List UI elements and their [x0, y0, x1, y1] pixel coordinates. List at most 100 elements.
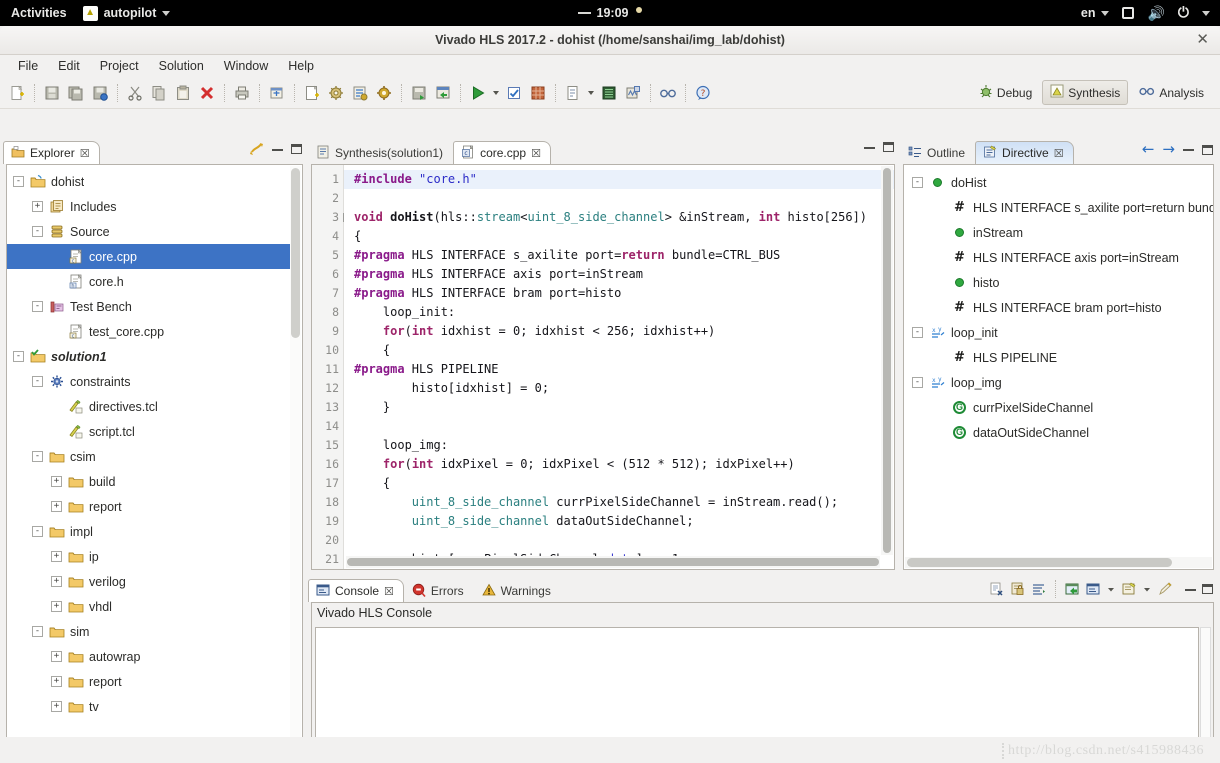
directive-tree[interactable]: - doHist # HLS INTERFACE s_axilite port=ret… — [904, 165, 1213, 557]
display-selected-console-icon[interactable] — [1086, 582, 1101, 596]
minimize-panel-icon[interactable] — [864, 146, 875, 149]
tab-explorer[interactable]: Explorer ☒ — [3, 141, 100, 164]
tree-item-includes[interactable]: + Includes — [7, 194, 290, 219]
lock-scroll-icon[interactable] — [1010, 582, 1025, 596]
delete-icon[interactable] — [196, 82, 218, 104]
tree-item-constraints[interactable]: - constraints — [7, 369, 290, 394]
directive-item-histo[interactable]: histo — [904, 270, 1213, 295]
tab-errors[interactable]: Errors — [404, 579, 474, 602]
run-csim-icon[interactable] — [408, 82, 430, 104]
analysis-perspective-icon[interactable] — [657, 82, 679, 104]
project-settings-icon[interactable] — [301, 82, 323, 104]
menu-edit[interactable]: Edit — [48, 57, 90, 75]
save-all-icon[interactable] — [65, 82, 87, 104]
maximize-panel-icon[interactable] — [291, 144, 302, 154]
compare-reports-icon[interactable] — [598, 82, 620, 104]
directive-item-loop-init[interactable]: - x y loop_init — [904, 320, 1213, 345]
tab-directive[interactable]: Directive ☒ — [975, 141, 1074, 164]
minimize-panel-icon[interactable] — [272, 148, 283, 151]
tree-item-source[interactable]: - Source — [7, 219, 290, 244]
maximize-panel-icon[interactable] — [1202, 584, 1213, 594]
code-line[interactable] — [354, 189, 894, 208]
paste-icon[interactable] — [172, 82, 194, 104]
forward-arrow-icon[interactable]: → — [1162, 142, 1175, 157]
expand-icon[interactable]: + — [51, 576, 62, 587]
app-menu-button[interactable]: ▲ autopilot — [82, 5, 171, 21]
directive-item-hls-interface-bram-port-histo[interactable]: # HLS INTERFACE bram port=histo — [904, 295, 1213, 320]
tree-item-autowrap[interactable]: + autowrap — [7, 644, 290, 669]
collapse-icon[interactable]: - — [13, 351, 24, 362]
open-report-icon[interactable] — [562, 82, 584, 104]
link-with-editor-icon[interactable] — [249, 142, 264, 156]
explorer-vertical-scrollbar[interactable] — [290, 166, 301, 740]
solution-settings-icon[interactable] — [325, 82, 347, 104]
open-wave-viewer-icon[interactable] — [622, 82, 644, 104]
directive-item-hls-interface-s-axilite-port-return-bund[interactable]: # HLS INTERFACE s_axilite port=return bun… — [904, 195, 1213, 220]
tab-outline[interactable]: Outline — [900, 141, 975, 164]
code-line[interactable]: { — [354, 341, 894, 360]
menu-project[interactable]: Project — [90, 57, 149, 75]
keyboard-layout-button[interactable]: en — [1081, 6, 1110, 20]
scroll-thumb[interactable] — [347, 558, 879, 566]
expand-icon[interactable]: + — [51, 676, 62, 687]
directive-item-instream[interactable]: inStream — [904, 220, 1213, 245]
code-line[interactable]: uint_8_side_channel currPixelSideChannel… — [354, 493, 894, 512]
save-icon[interactable] — [41, 82, 63, 104]
tree-item-directives-tcl[interactable]: directives.tcl — [7, 394, 290, 419]
directive-icon[interactable] — [349, 82, 371, 104]
pin-console-icon[interactable] — [1158, 582, 1173, 596]
code-line[interactable]: #pragma HLS PIPELINE — [354, 360, 894, 379]
tree-item-vhdl[interactable]: + vhdl — [7, 594, 290, 619]
activities-button[interactable]: Activities — [11, 6, 67, 20]
menu-file[interactable]: File — [8, 57, 48, 75]
code-line[interactable]: #pragma HLS INTERFACE bram port=histo — [354, 284, 894, 303]
maximize-panel-icon[interactable] — [883, 142, 894, 152]
cut-icon[interactable] — [124, 82, 146, 104]
tree-item-report[interactable]: + report — [7, 494, 290, 519]
source-code[interactable]: #include "core.h" void doHist(hls::strea… — [344, 165, 894, 569]
tree-item-test-bench[interactable]: - Test Bench — [7, 294, 290, 319]
tab-synthesis-solution1-[interactable]: Synthesis(solution1) — [308, 141, 453, 164]
menu-solution[interactable]: Solution — [149, 57, 214, 75]
code-line[interactable]: #include "core.h" — [344, 170, 894, 189]
directive-item-currpixelsidechannel[interactable]: GcurrPixelSideChannel — [904, 395, 1213, 420]
maximize-panel-icon[interactable] — [1202, 144, 1213, 155]
tree-item-core-h[interactable]: h core.h — [7, 269, 290, 294]
minimize-panel-icon[interactable] — [1183, 148, 1194, 151]
back-arrow-icon[interactable]: ← — [1142, 142, 1155, 157]
expand-icon[interactable]: + — [51, 476, 62, 487]
tree-item-script-tcl[interactable]: script.tcl — [7, 419, 290, 444]
code-line[interactable]: { — [354, 474, 894, 493]
code-line[interactable]: loop_img: — [354, 436, 894, 455]
collapse-icon[interactable]: - — [912, 377, 923, 388]
code-editor[interactable]: 123−456789101112131415161718192021222324… — [312, 165, 894, 569]
tree-item-build[interactable]: + build — [7, 469, 290, 494]
code-line[interactable]: void doHist(hls::stream<uint_8_side_chan… — [354, 208, 894, 227]
scroll-thumb[interactable] — [291, 168, 300, 338]
collapse-icon[interactable]: - — [32, 301, 43, 312]
perspective-debug[interactable]: Debug — [971, 80, 1040, 105]
tree-item-core-cpp[interactable]: c core.cpp — [7, 244, 290, 269]
close-icon[interactable]: ☒ — [1054, 147, 1064, 160]
tree-item-test-core-cpp[interactable]: c test_core.cpp — [7, 319, 290, 344]
help-icon[interactable]: ? — [692, 82, 714, 104]
gear-alt-icon[interactable] — [373, 82, 395, 104]
expand-icon[interactable]: + — [51, 501, 62, 512]
code-line[interactable]: for(int idxhist = 0; idxhist < 256; idxh… — [354, 322, 894, 341]
tree-item-solution1[interactable]: - solution1 — [7, 344, 290, 369]
save-as-icon[interactable] — [89, 82, 111, 104]
power-icon[interactable]: ⏻ — [1178, 5, 1189, 21]
tree-item-dohist[interactable]: - dohist — [7, 169, 290, 194]
tree-item-sim[interactable]: - sim — [7, 619, 290, 644]
expand-icon[interactable]: + — [51, 651, 62, 662]
editor-horizontal-scrollbar[interactable] — [346, 556, 880, 568]
tab-console[interactable]: Console ☒ — [308, 579, 404, 602]
expand-icon[interactable]: + — [32, 201, 43, 212]
open-console-dropdown[interactable] — [1143, 582, 1152, 596]
run-c-synthesis-icon[interactable] — [467, 82, 489, 104]
volume-icon[interactable]: 🔊 — [1147, 5, 1164, 22]
export-rtl-pkg-icon[interactable] — [527, 82, 549, 104]
code-line[interactable]: #pragma HLS INTERFACE s_axilite port=ret… — [354, 246, 894, 265]
display-icon[interactable] — [1122, 7, 1135, 19]
scroll-thumb[interactable] — [883, 168, 891, 553]
